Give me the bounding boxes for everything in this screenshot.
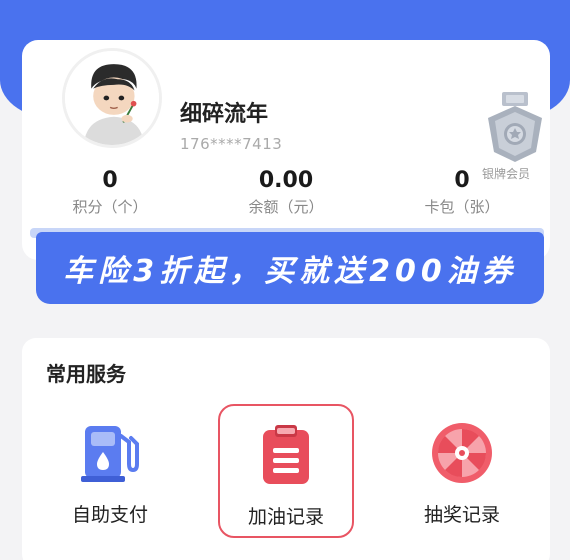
services-card: 常用服务 自助支付 加油记录 抽奖记录 (22, 338, 550, 560)
avatar-illustration (65, 51, 159, 145)
service-lottery-records-label: 抽奖记录 (423, 504, 500, 526)
stat-card-wallet-label: 卡包（张） (424, 198, 500, 216)
stat-points-label: 积分（个） (72, 198, 148, 216)
service-lottery-records[interactable]: 抽奖记录 (394, 404, 530, 538)
promo-banner-text: 车险3折起，买就送200油券 (63, 254, 517, 289)
silver-medal-icon[interactable] (480, 90, 550, 164)
promo-banner[interactable]: 车险3折起，买就送200油券 (36, 232, 544, 304)
stat-balance-value: 0.00 (258, 168, 314, 193)
services-title: 常用服务 (46, 362, 126, 386)
phone-number: 176****7413 (180, 135, 283, 153)
stat-balance-label: 余额（元） (248, 198, 324, 216)
stat-points-value: 0 (102, 168, 118, 193)
avatar[interactable] (62, 48, 162, 148)
fuel-pump-icon (81, 426, 139, 482)
stat-card-wallet[interactable]: 0 卡包（张） (374, 168, 550, 217)
service-self-pay[interactable]: 自助支付 (42, 404, 178, 538)
stats-row: 0 积分（个） 0.00 余额（元） 0 卡包（张） (22, 168, 550, 228)
stat-card-wallet-value: 0 (454, 168, 470, 193)
username: 细碎流年 (180, 102, 269, 127)
stat-balance[interactable]: 0.00 余额（元） (198, 168, 374, 217)
service-self-pay-label: 自助支付 (71, 504, 148, 526)
service-fuel-records-label: 加油记录 (247, 506, 324, 528)
prize-wheel-icon (432, 423, 492, 483)
clipboard-icon (263, 425, 309, 484)
stat-points[interactable]: 0 积分（个） (22, 168, 198, 217)
service-fuel-records[interactable]: 加油记录 (218, 404, 354, 538)
